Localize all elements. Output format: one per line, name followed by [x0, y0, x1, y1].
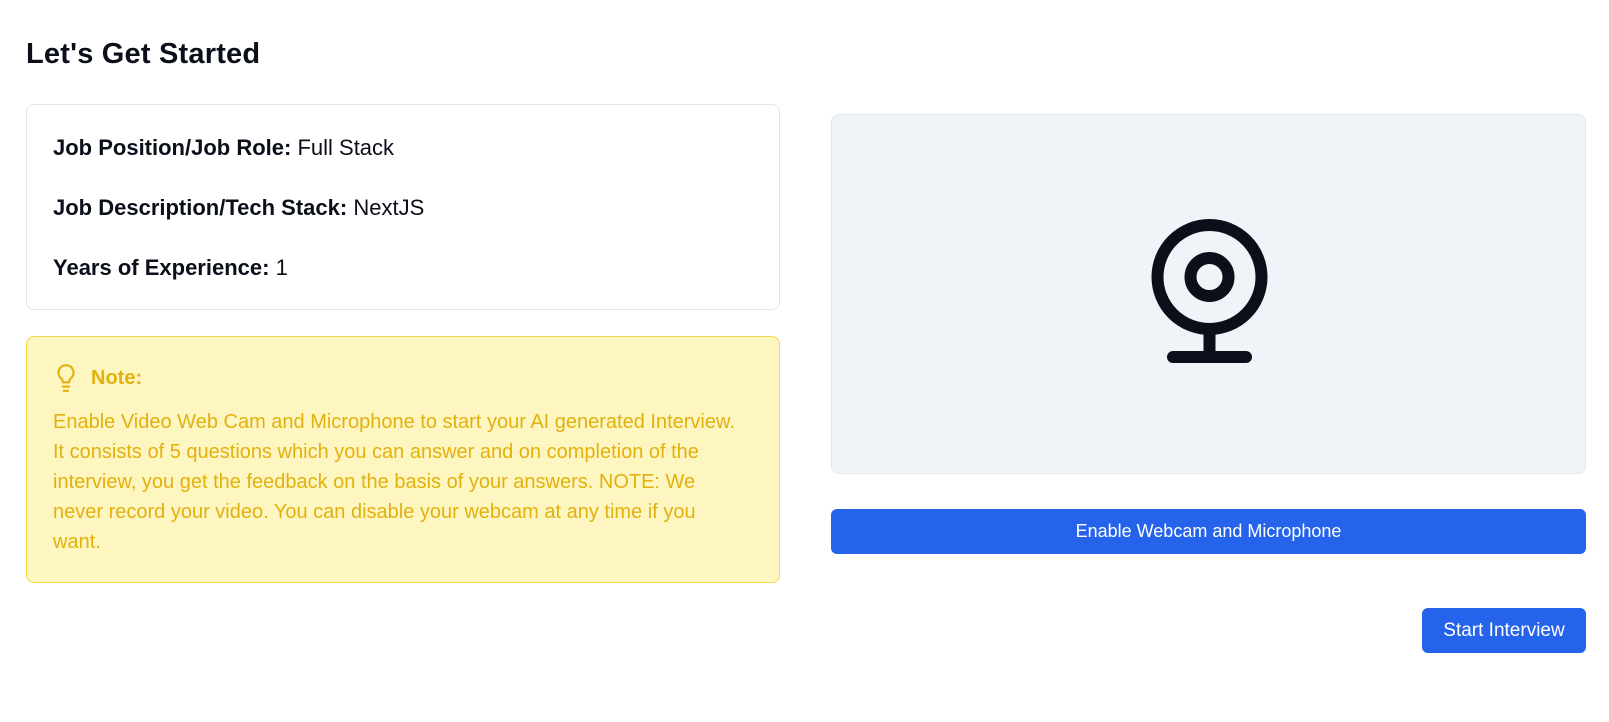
- job-description-row: Job Description/Tech Stack: NextJS: [53, 193, 424, 223]
- note-body: Enable Video Web Cam and Microphone to s…: [53, 411, 735, 553]
- note-title: Note:: [91, 366, 143, 389]
- page: Let's Get Started Job Position/Job Role:…: [0, 0, 1609, 722]
- experience-value: 1: [275, 255, 288, 280]
- note-header: Note:: [53, 363, 142, 393]
- job-description-value: NextJS: [353, 195, 425, 220]
- webcam-icon: [1151, 219, 1268, 363]
- note-card: Note: Enable Video Web Cam and Microphon…: [26, 336, 780, 583]
- lightbulb-icon: [57, 364, 75, 392]
- job-position-value: Full Stack: [297, 135, 395, 160]
- job-details-card: Job Position/Job Role: Full Stack Job De…: [26, 104, 780, 310]
- start-interview-button[interactable]: Start Interview: [1422, 608, 1586, 653]
- experience-label: Years of Experience:: [53, 255, 276, 280]
- webcam-preview-panel: [831, 114, 1586, 474]
- job-position-label: Job Position/Job Role:: [53, 135, 298, 160]
- job-position-row: Job Position/Job Role: Full Stack: [53, 133, 394, 163]
- job-description-label: Job Description/Tech Stack:: [53, 195, 354, 220]
- page-title: Let's Get Started: [26, 38, 261, 70]
- enable-webcam-button[interactable]: Enable Webcam and Microphone: [831, 509, 1586, 554]
- experience-row: Years of Experience: 1: [53, 253, 288, 283]
